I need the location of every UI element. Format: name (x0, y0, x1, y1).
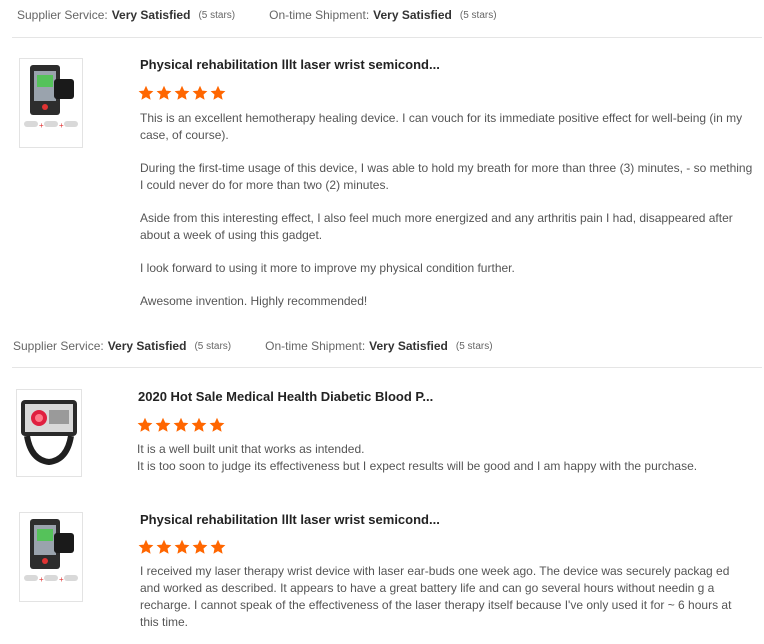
star-icon (138, 539, 154, 554)
product-title-link[interactable]: 2020 Hot Sale Medical Health Diabetic Bl… (138, 389, 433, 404)
supplier-service-label: Supplier Service: (13, 339, 104, 353)
ratings-summary-2: Supplier Service: Very Satisfied (5 star… (13, 336, 493, 356)
star-icon (156, 85, 172, 100)
review-paragraph: It is a well built unit that works as in… (137, 442, 365, 456)
supplier-service-stars: (5 stars) (198, 9, 236, 21)
star-rating (138, 539, 226, 555)
star-icon (210, 85, 226, 100)
shipment-label: On-time Shipment: (269, 8, 370, 22)
divider (12, 367, 762, 368)
product-thumbnail[interactable]: + + (19, 58, 83, 148)
svg-text:+: + (39, 121, 44, 130)
supplier-service-value: Very Satisfied (111, 8, 191, 22)
svg-text:+: + (59, 121, 64, 130)
star-rating (138, 85, 226, 101)
product-title-link[interactable]: Physical rehabilitation lllt laser wrist… (140, 57, 440, 72)
laser-wrist-device-thumbnail-icon: + + (20, 513, 82, 601)
star-icon (138, 85, 154, 100)
review-body: I received my laser therapy wrist device… (140, 563, 752, 631)
shipment-value: Very Satisfied (373, 8, 452, 22)
product-thumbnail[interactable]: + + (19, 512, 83, 602)
ratings-summary-1: Supplier Service: Very Satisfied (5 star… (17, 5, 497, 25)
star-icon (209, 417, 225, 432)
star-icon (192, 85, 208, 100)
star-icon (174, 85, 190, 100)
star-icon (192, 539, 208, 554)
shipment-label: On-time Shipment: (265, 339, 366, 353)
red-laser-wrist-watch-thumbnail-icon (17, 390, 81, 476)
star-rating (137, 417, 225, 433)
star-icon (210, 539, 226, 554)
product-title-link[interactable]: Physical rehabilitation lllt laser wrist… (140, 512, 440, 527)
svg-text:+: + (39, 575, 44, 584)
star-icon (191, 417, 207, 432)
supplier-service-value: Very Satisfied (107, 339, 187, 353)
star-icon (173, 417, 189, 432)
divider (12, 37, 762, 38)
review-paragraph: Aside from this interesting effect, I al… (140, 211, 733, 242)
shipment-value: Very Satisfied (369, 339, 448, 353)
review-paragraph: I look forward to using it more to impro… (140, 261, 515, 275)
svg-text:+: + (59, 575, 64, 584)
review-paragraph: I received my laser therapy wrist device… (140, 564, 732, 629)
shipment-stars: (5 stars) (459, 9, 497, 21)
review-paragraph: Awesome invention. Highly recommended! (140, 294, 368, 308)
supplier-service-stars: (5 stars) (194, 340, 232, 352)
laser-wrist-device-thumbnail-icon: + + (20, 59, 82, 147)
review-body: It is a well built unit that works as in… (137, 441, 759, 475)
star-icon (137, 417, 153, 432)
review-paragraph: This is an excellent hemotherapy healing… (140, 111, 743, 142)
supplier-service-label: Supplier Service: (17, 8, 108, 22)
product-thumbnail[interactable] (16, 389, 82, 477)
star-icon (174, 539, 190, 554)
star-icon (155, 417, 171, 432)
review-paragraph: During the first-time usage of this devi… (140, 161, 753, 192)
review-body: This is an excellent hemotherapy healing… (140, 110, 758, 310)
shipment-stars: (5 stars) (455, 340, 493, 352)
review-paragraph: It is too soon to judge its effectivenes… (137, 459, 698, 473)
star-icon (156, 539, 172, 554)
